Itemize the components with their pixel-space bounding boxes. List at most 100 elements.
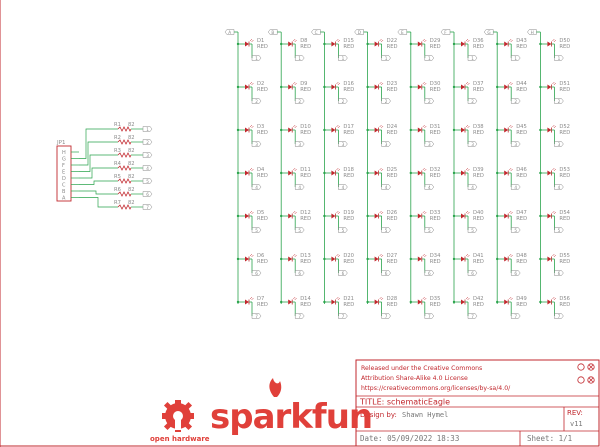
led-value: RED xyxy=(257,130,268,136)
row-net-label: 6 xyxy=(381,270,391,276)
resistor-value: 82 xyxy=(128,187,135,193)
led-value: RED xyxy=(343,44,354,50)
resistor-net-label: 5 xyxy=(142,178,153,184)
column-net-label: F xyxy=(440,29,451,35)
rev-label: REV: xyxy=(567,409,583,417)
led-icon xyxy=(374,170,379,176)
led: D33RED5 xyxy=(409,210,441,233)
sheet-number: Sheet: 1/1 xyxy=(527,434,572,443)
resistor-net-label: 3 xyxy=(142,152,153,158)
led-icon xyxy=(547,41,552,47)
net-label-text: 4 xyxy=(255,185,258,190)
row-net-label: 1 xyxy=(510,55,521,61)
led-value: RED xyxy=(300,173,311,179)
connector-pin-label: H xyxy=(62,150,66,156)
led: D9RED2 xyxy=(280,81,311,104)
led-value: RED xyxy=(300,259,311,265)
row-net-label: 1 xyxy=(381,55,391,61)
column-net-label: H xyxy=(527,29,537,35)
led-value: RED xyxy=(343,259,354,265)
led: D31RED3 xyxy=(409,124,441,147)
net-label-text: 6 xyxy=(146,192,149,197)
led: D55RED6 xyxy=(539,253,570,276)
led-value: RED xyxy=(516,87,527,93)
led-value: RED xyxy=(473,302,484,308)
net-label-text: 4 xyxy=(471,185,474,190)
led-value: RED xyxy=(473,44,484,50)
led-icon xyxy=(374,256,379,262)
resistor-value: 82 xyxy=(128,200,135,206)
net-label-text: 2 xyxy=(146,140,149,145)
net-label-text: 5 xyxy=(558,228,561,233)
led-value: RED xyxy=(430,173,441,179)
led-value: RED xyxy=(473,216,484,222)
led-icon xyxy=(417,256,422,262)
net-label-text: 2 xyxy=(255,99,258,104)
row-net-label: 1 xyxy=(294,55,305,61)
led: D44RED2 xyxy=(496,81,527,104)
net-label-text: 2 xyxy=(428,99,431,104)
resistor: R6 82 6 xyxy=(79,187,153,197)
net-label-text: 7 xyxy=(428,314,431,319)
sparkfun-logo: sparkfun xyxy=(210,397,372,437)
led: D51RED2 xyxy=(539,81,570,104)
resistor-designator: R3 xyxy=(114,148,121,154)
led-icon xyxy=(374,299,379,305)
led-value: RED xyxy=(559,302,570,308)
row-net-label: 5 xyxy=(467,227,478,233)
net-label-text: 3 xyxy=(385,142,388,147)
net-label-text: 1 xyxy=(342,56,345,61)
led-value: RED xyxy=(343,130,354,136)
led-value: RED xyxy=(343,302,354,308)
row-net-label: 7 xyxy=(424,313,435,319)
resistor-value: 82 xyxy=(128,122,135,128)
led-icon xyxy=(504,41,509,47)
connector-pin-label: B xyxy=(62,189,66,195)
row-net-label: 7 xyxy=(510,313,521,319)
net-label-text: 4 xyxy=(146,166,149,171)
led-icon xyxy=(374,127,379,133)
led-value: RED xyxy=(387,44,398,50)
net-label-text: 6 xyxy=(385,271,388,276)
row-net-label: 2 xyxy=(381,98,391,104)
led-value: RED xyxy=(516,302,527,308)
row-net-label: 4 xyxy=(554,184,564,190)
led-value: RED xyxy=(516,216,527,222)
led: D52RED3 xyxy=(539,124,570,147)
resistor: R7 82 7 xyxy=(79,197,153,210)
row-net-label: 5 xyxy=(510,227,521,233)
net-label-text: 4 xyxy=(428,185,431,190)
led-icon xyxy=(504,256,509,262)
led-value: RED xyxy=(430,44,441,50)
led-value: RED xyxy=(387,216,398,222)
row-net-label: 4 xyxy=(467,184,478,190)
net-label-text: 3 xyxy=(428,142,431,147)
led: D48RED6 xyxy=(496,253,527,276)
led-value: RED xyxy=(257,173,268,179)
led-icon xyxy=(245,299,249,305)
led-value: RED xyxy=(430,130,441,136)
led: D18RED4 xyxy=(323,167,354,190)
led-value: RED xyxy=(343,216,354,222)
resistor-value: 82 xyxy=(128,161,135,167)
resistor-designator: R7 xyxy=(114,200,121,206)
row-net-label: 1 xyxy=(251,55,262,61)
net-label-text: 3 xyxy=(146,153,149,158)
led-icon xyxy=(504,170,509,176)
led: D24RED3 xyxy=(366,124,398,147)
row-net-label: 1 xyxy=(467,55,478,61)
by-sa-icon xyxy=(577,376,595,384)
row-net-label: 4 xyxy=(338,184,348,190)
net-label-text: 5 xyxy=(514,228,517,233)
led-icon xyxy=(288,84,293,90)
led-icon xyxy=(331,127,336,133)
led: D35RED7 xyxy=(409,296,441,319)
net-label-text: 5 xyxy=(342,228,345,233)
led: D26RED5 xyxy=(366,210,397,233)
resistor: R5 82 5 xyxy=(79,174,153,185)
led-icon xyxy=(504,299,509,305)
led-value: RED xyxy=(387,173,398,179)
led: D53RED4 xyxy=(539,167,570,190)
row-net-label: 2 xyxy=(424,98,435,104)
led-icon xyxy=(245,256,249,262)
